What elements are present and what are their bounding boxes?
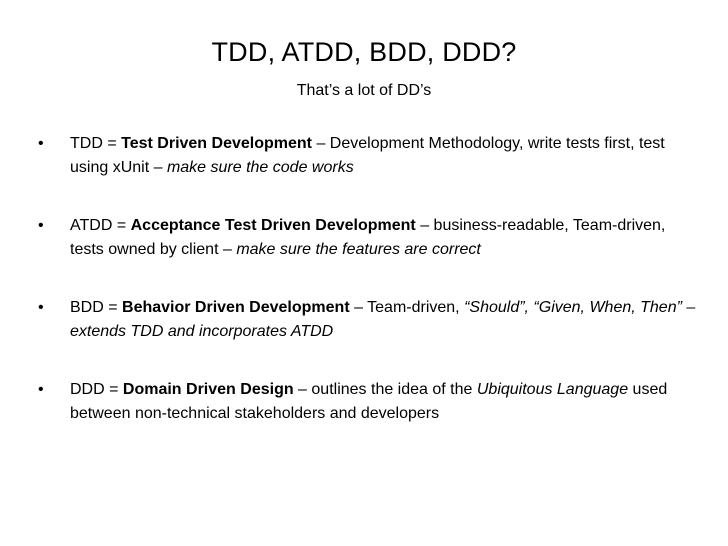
bullet-icon: • xyxy=(38,299,44,316)
slide-subtitle: That’s a lot of DD’s xyxy=(296,82,432,99)
bullet-atdd: • ATDD = Acceptance Test Driven Developm… xyxy=(38,214,698,262)
bullet-term: Domain Driven Design xyxy=(122,381,294,398)
bullet-emphasis: make sure the code works xyxy=(166,159,354,176)
bullet-description: – outlines the idea of the xyxy=(293,381,477,398)
bullet-list: • TDD = Test Driven Development – Develo… xyxy=(38,132,698,460)
bullet-tdd: • TDD = Test Driven Development – Develo… xyxy=(38,132,698,180)
bullet-ddd: • DDD = Domain Driven Design – outlines … xyxy=(38,378,698,426)
slide: TDD, ATDD, BDD, DDD? That’s a lot of DD’… xyxy=(0,0,728,546)
bullet-description: – Team-driven, xyxy=(349,299,465,316)
bullet-icon: • xyxy=(38,381,44,398)
bullet-bdd: • BDD = Behavior Driven Development – Te… xyxy=(38,296,698,344)
bullet-icon: • xyxy=(38,135,44,152)
bullet-abbr: DDD = xyxy=(70,381,123,398)
bullet-abbr: BDD = xyxy=(70,299,123,316)
bullet-abbr: ATDD = xyxy=(70,217,131,234)
slide-title: TDD, ATDD, BDD, DDD? xyxy=(211,37,517,67)
bullet-icon: • xyxy=(38,217,44,234)
bullet-emphasis: make sure the features are correct xyxy=(236,241,481,258)
bullet-term: Behavior Driven Development xyxy=(122,299,350,316)
bullet-term: Test Driven Development xyxy=(121,135,312,152)
bullet-emphasis: Ubiquitous Language xyxy=(476,381,629,398)
bullet-term: Acceptance Test Driven Development xyxy=(130,217,416,234)
bullet-abbr: TDD = xyxy=(70,135,122,152)
